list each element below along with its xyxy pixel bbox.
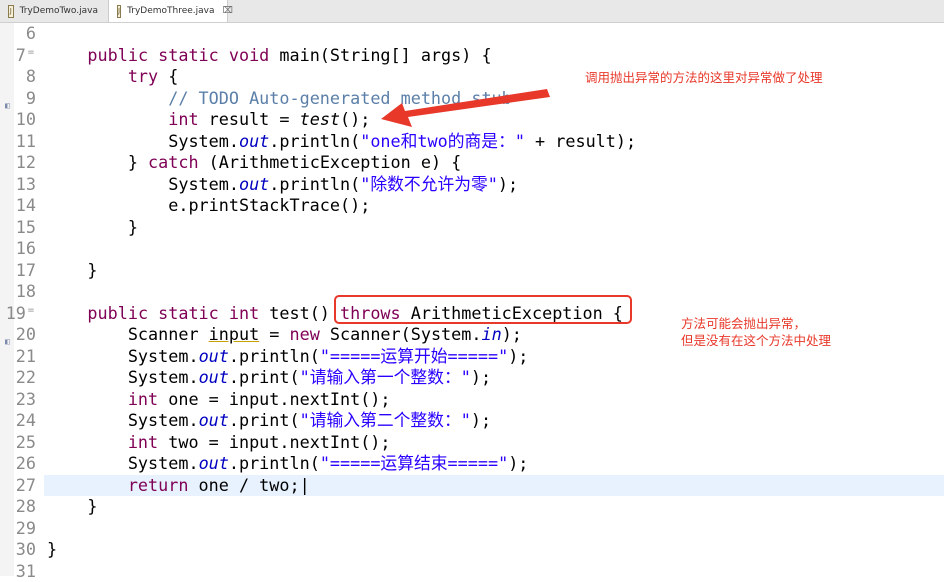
arrow-shape	[381, 89, 550, 127]
annotation-note-caller: 调用抛出异常的方法的这里对异常做了处理	[585, 69, 823, 87]
annotation-note-method-line2: 但是没有在这个方法中处理	[681, 332, 831, 350]
annotation-note-method-line1: 方法可能会抛出异常，	[681, 315, 806, 333]
